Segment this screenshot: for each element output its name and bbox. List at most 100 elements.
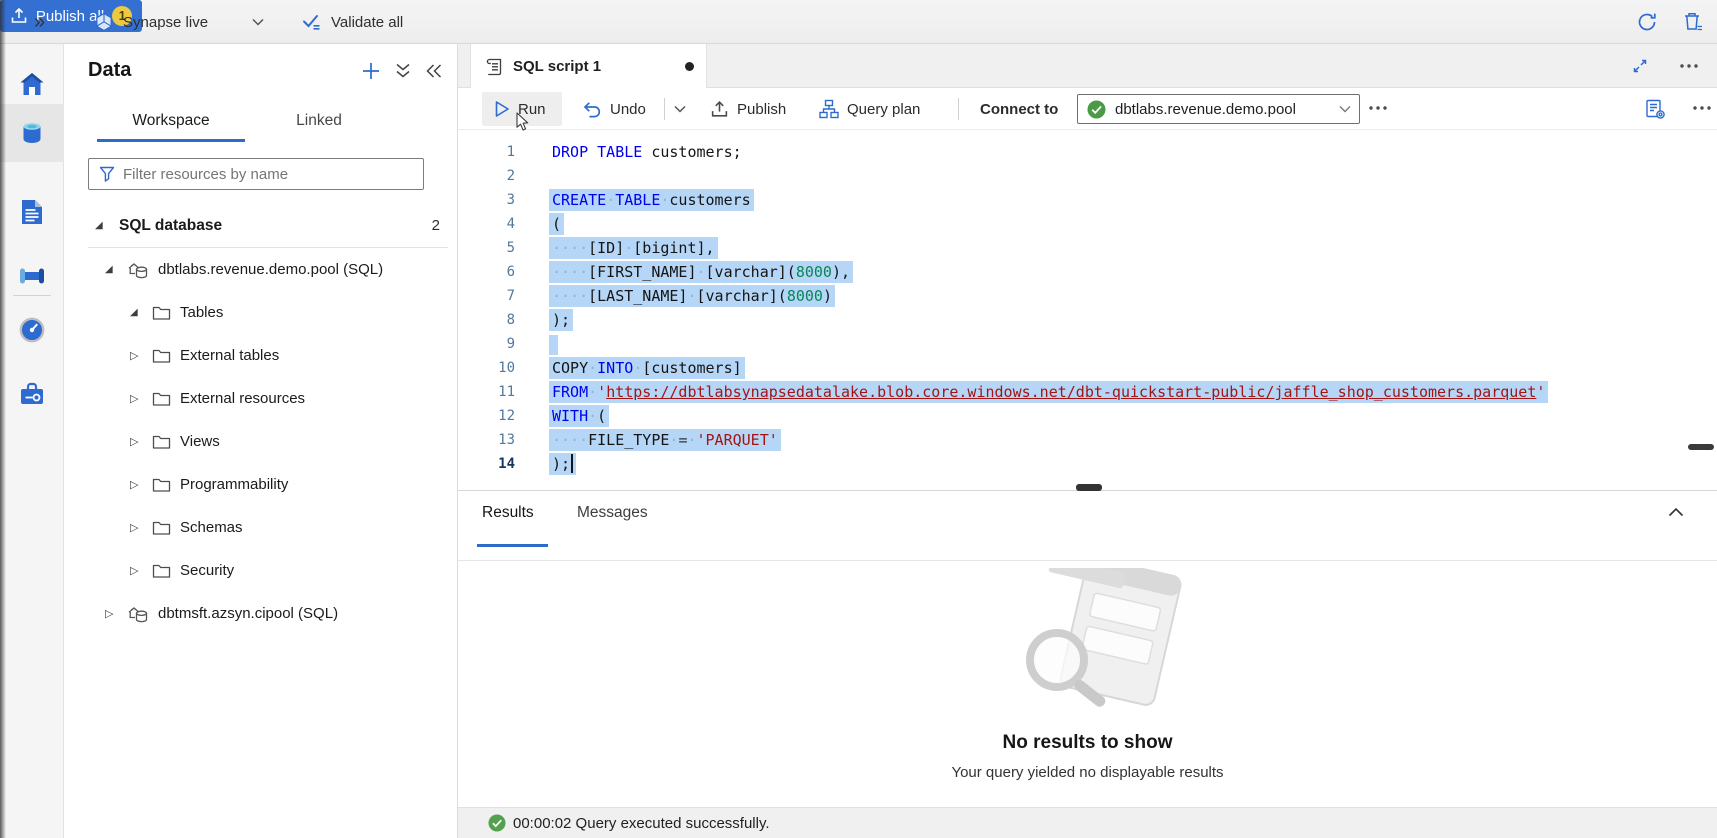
- expand-menu-button[interactable]: »: [34, 0, 45, 44]
- code-line[interactable]: 8);: [458, 308, 1717, 332]
- collapse-arrow-icon[interactable]: ◢: [105, 264, 122, 275]
- code-line[interactable]: 13····FILE_TYPE·=·'PARQUET': [458, 428, 1717, 452]
- code-text: );: [552, 308, 570, 332]
- run-button[interactable]: Run: [494, 88, 546, 130]
- play-icon: [494, 100, 510, 118]
- tree-item[interactable]: ◢dbtlabs.revenue.demo.pool (SQL): [64, 248, 458, 291]
- pool-name: dbtlabs.revenue.demo.pool: [1115, 101, 1330, 118]
- code-token: ····: [552, 431, 588, 449]
- code-line[interactable]: 1DROP TABLE customers;: [458, 140, 1717, 164]
- code-line[interactable]: 5····[ID]·[bigint],: [458, 236, 1717, 260]
- code-token: ····: [552, 263, 588, 281]
- code-token: COPY: [552, 359, 588, 377]
- nav-manage[interactable]: [0, 366, 64, 422]
- tree-item[interactable]: ▷ External tables: [64, 334, 458, 377]
- run-label: Run: [518, 101, 546, 118]
- tab-sql-script-1[interactable]: SQL script 1: [470, 44, 707, 89]
- collapse-results-icon[interactable]: [1668, 507, 1684, 517]
- query-plan-icon: [819, 99, 839, 119]
- tab-more-icon[interactable]: [1679, 63, 1699, 69]
- code-token: ·: [588, 383, 597, 401]
- tab-results[interactable]: Results: [482, 504, 534, 536]
- line-number: 11: [458, 380, 515, 404]
- code-line[interactable]: 3CREATE·TABLE·customers: [458, 188, 1717, 212]
- code-line[interactable]: 7····[LAST_NAME]·[varchar](8000): [458, 284, 1717, 308]
- expand-editor-icon[interactable]: [1631, 57, 1649, 75]
- code-line[interactable]: 4(: [458, 212, 1717, 236]
- tree-item[interactable]: ▷ External resources: [64, 377, 458, 420]
- query-plan-label: Query plan: [847, 101, 920, 118]
- code-editor[interactable]: 1DROP TABLE customers;23CREATE·TABLE·cus…: [458, 130, 1717, 488]
- tree-item[interactable]: ◢ Tables: [64, 291, 458, 334]
- data-panel-tabs: Workspace Linked: [97, 102, 393, 142]
- tree-item-label: Tables: [180, 304, 223, 321]
- code-line[interactable]: 10COPY·INTO·[customers]: [458, 356, 1717, 380]
- chevron-down-icon[interactable]: [252, 18, 264, 26]
- tab-messages[interactable]: Messages: [577, 504, 648, 536]
- pipeline-icon: [18, 264, 46, 288]
- undo-button[interactable]: Undo: [582, 88, 646, 130]
- expand-arrow-icon[interactable]: ▷: [130, 392, 147, 405]
- tree-item[interactable]: ▷dbtmsft.azsyn.cipool (SQL): [64, 592, 458, 635]
- expand-arrow-icon[interactable]: ▷: [130, 478, 147, 491]
- collapse-panel-icon[interactable]: [425, 63, 443, 79]
- line-number: 6: [458, 260, 515, 284]
- tree-item[interactable]: ▷Programmability: [64, 463, 458, 506]
- pool-select-dropdown[interactable]: dbtlabs.revenue.demo.pool: [1077, 94, 1360, 124]
- properties-icon[interactable]: [1644, 98, 1666, 120]
- add-resource-button[interactable]: [361, 61, 381, 81]
- expand-arrow-icon[interactable]: ▷: [130, 349, 147, 362]
- tree-item-label: External tables: [180, 347, 279, 364]
- editor-tab-strip: SQL script 1: [458, 44, 1717, 88]
- code-token: (: [597, 407, 606, 425]
- selection-highlight: FROM·'https://dbtlabsynapsedatalake.blob…: [549, 381, 1548, 403]
- tree-item[interactable]: ▷Views: [64, 420, 458, 463]
- expand-arrow-icon[interactable]: ▷: [130, 564, 147, 577]
- selection-highlight: COPY·INTO·[customers]: [549, 357, 745, 379]
- unsaved-dot-icon: [685, 62, 694, 71]
- scrollbar-thumb[interactable]: [1688, 444, 1714, 450]
- publish-button[interactable]: Publish: [710, 88, 786, 130]
- code-token: WITH: [552, 407, 588, 425]
- expand-arrow-icon[interactable]: ▷: [105, 607, 122, 620]
- expand-arrow-icon[interactable]: ▷: [130, 521, 147, 534]
- filter-funnel-icon: [99, 166, 115, 182]
- toolbar-more-icon[interactable]: [1368, 105, 1388, 111]
- code-line[interactable]: 9: [458, 332, 1717, 356]
- tree-item-label: External resources: [180, 390, 305, 407]
- pool-icon: [127, 260, 149, 280]
- tree-item[interactable]: ◢SQL database2: [64, 204, 458, 247]
- mode-selector[interactable]: Synapse live: [94, 0, 208, 44]
- splitter-drag-handle[interactable]: [1076, 484, 1102, 491]
- text-cursor: [571, 454, 573, 473]
- code-line[interactable]: 14);: [458, 452, 1717, 476]
- code-line[interactable]: 6····[FIRST_NAME]·[varchar](8000),: [458, 260, 1717, 284]
- filter-resources-input[interactable]: [123, 166, 415, 183]
- code-line[interactable]: 2: [458, 164, 1717, 188]
- tree-item[interactable]: ▷Schemas: [64, 506, 458, 549]
- expand-arrow-icon[interactable]: ▷: [130, 435, 147, 448]
- tab-workspace[interactable]: Workspace: [97, 102, 245, 142]
- selection-highlight: [549, 335, 558, 355]
- tab-linked[interactable]: Linked: [245, 102, 393, 142]
- code-line[interactable]: 12WITH·(: [458, 404, 1717, 428]
- validate-all-button[interactable]: Validate all: [302, 0, 403, 44]
- nav-data[interactable]: [0, 104, 64, 162]
- code-token: DROP: [552, 143, 588, 161]
- nav-monitor[interactable]: [0, 302, 64, 358]
- code-text: WITH·(: [552, 404, 606, 428]
- collapse-all-icon[interactable]: [395, 62, 411, 80]
- undo-dropdown-chevron-icon[interactable]: [674, 105, 686, 113]
- code-line[interactable]: 11 FROM·'https://dbtlabsynapsedatalake.bl…: [458, 380, 1717, 404]
- collapse-arrow-icon[interactable]: ◢: [95, 220, 112, 231]
- refresh-button[interactable]: [1636, 0, 1658, 44]
- toolbar-more-icon[interactable]: [1692, 105, 1712, 111]
- collapse-arrow-icon[interactable]: ◢: [130, 307, 147, 318]
- refresh-icon: [1636, 11, 1658, 33]
- nav-develop[interactable]: [0, 184, 64, 240]
- code-token: [varchar](: [706, 263, 796, 281]
- query-plan-button[interactable]: Query plan: [819, 88, 920, 130]
- discard-all-button[interactable]: [1682, 0, 1704, 44]
- validate-check-icon: [302, 13, 322, 31]
- tree-item[interactable]: ▷Security: [64, 549, 458, 592]
